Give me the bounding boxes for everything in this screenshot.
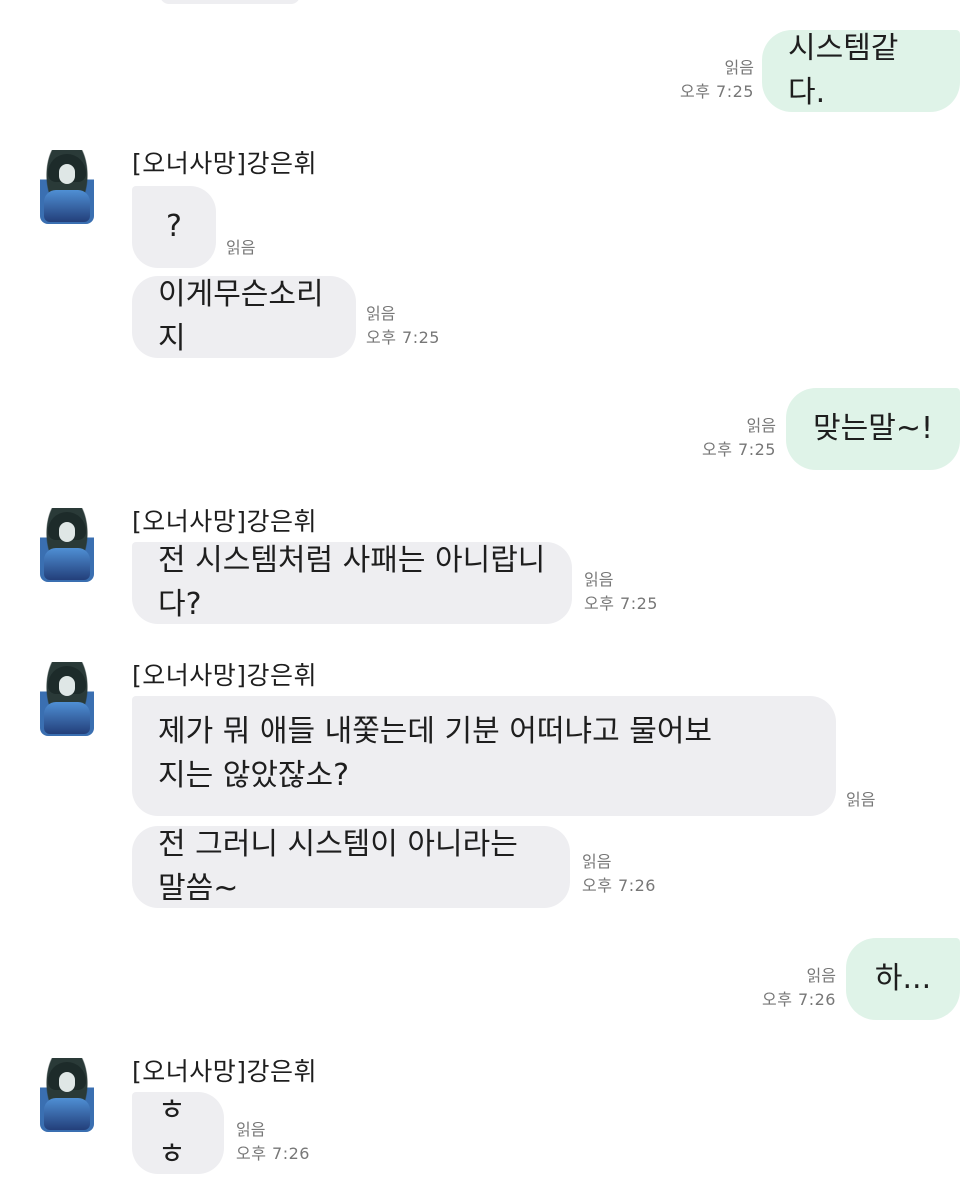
contact-name: [오너사망]강은휘 bbox=[132, 1057, 318, 1086]
message-text: 맞는말~! bbox=[813, 411, 933, 446]
message-text: 전 시스템처럼 사패는 아니랍니다? bbox=[158, 543, 546, 622]
contact-name: [오너사망]강은휘 bbox=[132, 149, 318, 178]
message-text: 이게무슨소리지 bbox=[158, 277, 324, 356]
outgoing-message[interactable]: 하... bbox=[846, 938, 960, 1020]
message-time: 오후 7:25 bbox=[702, 440, 776, 459]
message-time: 오후 7:25 bbox=[366, 328, 440, 347]
read-receipt: 읽음 bbox=[724, 58, 754, 77]
message-text: 전 그러니 시스템이 아니라는 말씀~ bbox=[158, 827, 518, 906]
read-receipt: 읽음 bbox=[746, 416, 776, 435]
incoming-message[interactable]: 제가 뭐 애들 내쫓는데 기분 어떠냐고 물어보지는 않았잖소? bbox=[132, 696, 836, 816]
incoming-message[interactable]: 전 그러니 시스템이 아니라는 말씀~ bbox=[132, 826, 570, 908]
contact-avatar[interactable] bbox=[40, 150, 94, 224]
message-meta: 읽음 오후 7:25 bbox=[682, 414, 776, 462]
message-text: ㅎㅎ bbox=[158, 1093, 186, 1172]
message-time: 오후 7:26 bbox=[582, 876, 656, 895]
contact-avatar[interactable] bbox=[40, 508, 94, 582]
previous-message-bubble bbox=[160, 0, 300, 4]
message-time: 오후 7:25 bbox=[584, 594, 658, 613]
read-receipt: 읽음 bbox=[236, 1120, 266, 1139]
message-meta: 읽음 오후 7:26 bbox=[742, 964, 836, 1012]
read-receipt: 읽음 bbox=[582, 852, 612, 871]
incoming-message[interactable]: 이게무슨소리지 bbox=[132, 276, 356, 358]
incoming-message[interactable]: ? bbox=[132, 186, 216, 268]
contact-avatar[interactable] bbox=[40, 662, 94, 736]
message-meta: 읽음 오후 7:26 bbox=[236, 1118, 310, 1166]
incoming-message[interactable]: 전 시스템처럼 사패는 아니랍니다? bbox=[132, 542, 572, 624]
message-time: 오후 7:26 bbox=[762, 990, 836, 1009]
read-receipt: 읽음 bbox=[226, 238, 256, 257]
message-text: 제가 뭐 애들 내쫓는데 기분 어떠냐고 물어보지는 않았잖소? bbox=[158, 714, 713, 793]
message-text: 하... bbox=[874, 961, 932, 996]
message-text: 시스템같다. bbox=[788, 31, 899, 110]
outgoing-message[interactable]: 맞는말~! bbox=[786, 388, 960, 470]
message-meta: 읽음 오후 7:26 bbox=[582, 850, 656, 898]
message-meta: 읽음 오후 7:25 bbox=[584, 568, 658, 616]
outgoing-message[interactable]: 시스템같다. bbox=[762, 30, 960, 112]
contact-name: [오너사망]강은휘 bbox=[132, 507, 318, 536]
read-receipt: 읽음 bbox=[806, 966, 836, 985]
message-meta: 읽음 bbox=[226, 236, 255, 260]
contact-avatar[interactable] bbox=[40, 1058, 94, 1132]
read-receipt: 읽음 bbox=[846, 790, 876, 809]
read-receipt: 읽음 bbox=[366, 304, 396, 323]
message-time: 오후 7:25 bbox=[680, 82, 754, 101]
message-meta: 읽음 오후 7:25 bbox=[660, 56, 754, 104]
message-meta: 읽음 오후 7:25 bbox=[366, 302, 440, 350]
message-meta: 읽음 bbox=[846, 788, 875, 812]
incoming-message[interactable]: ㅎㅎ bbox=[132, 1092, 224, 1174]
contact-name: [오너사망]강은휘 bbox=[132, 661, 318, 690]
message-text: ? bbox=[166, 209, 182, 244]
message-time: 오후 7:26 bbox=[236, 1144, 310, 1163]
read-receipt: 읽음 bbox=[584, 570, 614, 589]
